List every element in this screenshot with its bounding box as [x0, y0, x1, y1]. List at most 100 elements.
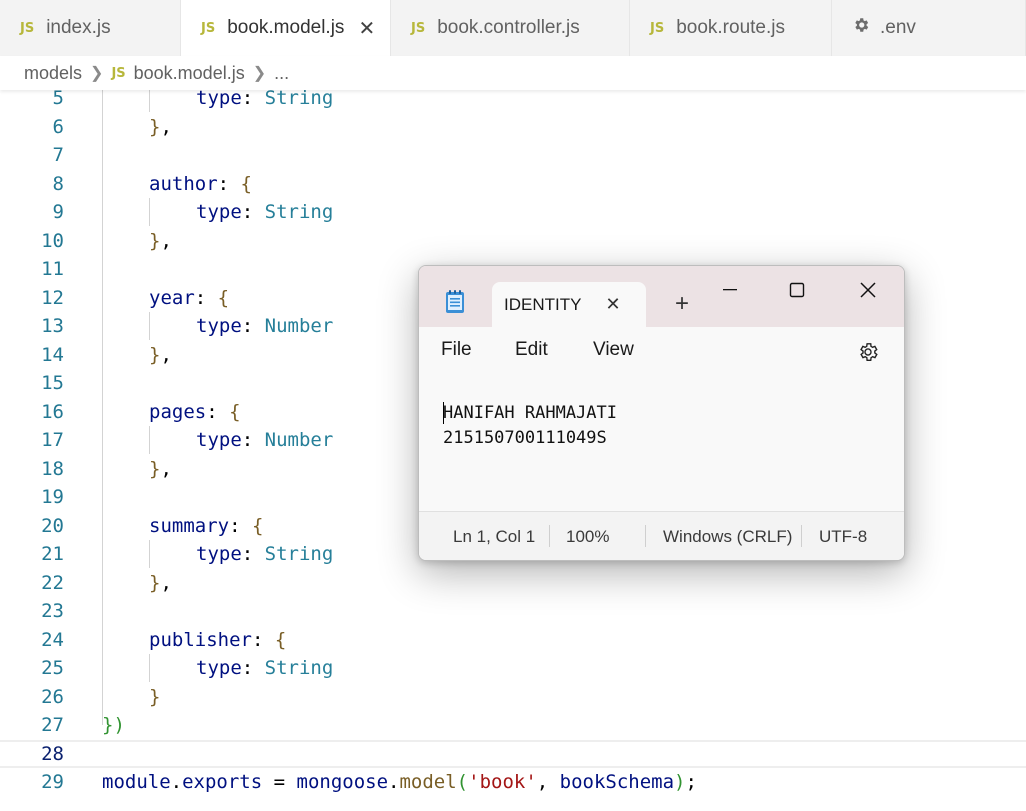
code-text: },	[149, 571, 172, 594]
code-text: },	[149, 229, 172, 252]
tab-book-controller-js[interactable]: JS book.controller.js	[391, 0, 630, 56]
line-number: 20	[41, 514, 64, 537]
tab-label: .env	[880, 17, 916, 38]
code-text: year: {	[149, 286, 230, 309]
editor-tab-bar: JS index.js JS book.model.js ✕ JS book.c…	[0, 0, 1026, 56]
code-line[interactable]: 8 author: {	[0, 170, 1026, 199]
notepad-tab-identity[interactable]: IDENTITY ✕	[492, 282, 646, 327]
status-zoom: 100%	[566, 527, 610, 546]
line-number: 17	[41, 429, 64, 451]
code-text: pages: {	[149, 400, 241, 423]
js-file-icon: JS	[201, 20, 216, 36]
line-number: 11	[41, 258, 64, 280]
chevron-right-icon: ❯	[252, 65, 267, 82]
status-divider	[549, 525, 550, 547]
code-line[interactable]: 25 type: String	[0, 654, 1026, 683]
tab-book-model-js[interactable]: JS book.model.js ✕	[181, 0, 391, 56]
notepad-menubar: File Edit View	[419, 327, 904, 378]
tab-label: book.model.js	[227, 17, 345, 38]
code-line[interactable]: 22},	[0, 569, 1026, 598]
line-number: 23	[41, 600, 64, 622]
maximize-icon	[789, 282, 805, 298]
line-number: 29	[41, 771, 64, 793]
content-line-2: 215150700111049S	[443, 428, 607, 448]
line-number: 12	[41, 286, 64, 309]
tab-env[interactable]: .env	[832, 0, 1026, 56]
line-number: 26	[41, 685, 64, 708]
notepad-content: HANIFAH RAHMAJATI 215150700111049S	[443, 401, 617, 451]
code-line[interactable]: 24 publisher: {	[0, 626, 1026, 655]
menu-edit[interactable]: Edit	[515, 339, 548, 361]
tab-index-js[interactable]: JS index.js	[0, 0, 181, 56]
close-icon[interactable]: ✕	[358, 16, 375, 41]
line-number: 18	[41, 457, 64, 480]
line-number: 16	[41, 400, 64, 423]
code-line[interactable]: 9 type: String	[0, 198, 1026, 227]
close-icon[interactable]: ✕	[605, 294, 620, 315]
js-file-icon: JS	[20, 20, 35, 36]
js-file-icon: JS	[111, 65, 126, 81]
code-text: module.exports = mongoose.model('book', …	[102, 771, 697, 793]
tab-label: index.js	[46, 17, 111, 38]
code-line[interactable]: 26}	[0, 683, 1026, 712]
status-divider	[645, 525, 646, 547]
code-text: })	[102, 714, 125, 736]
code-text: publisher: {	[149, 628, 287, 651]
code-text: type: String	[196, 657, 334, 679]
status-divider	[801, 525, 802, 547]
notepad-titlebar[interactable]: IDENTITY ✕ +	[419, 266, 904, 327]
js-file-icon: JS	[650, 20, 665, 36]
code-line[interactable]: 27})	[0, 711, 1026, 740]
code-text: type: Number	[196, 429, 334, 451]
breadcrumb-more[interactable]: ...	[274, 63, 289, 84]
notepad-tab-title: IDENTITY	[504, 294, 582, 314]
status-encoding: UTF-8	[819, 527, 868, 546]
line-number: 15	[41, 372, 64, 394]
code-text: }	[149, 685, 161, 708]
breadcrumb-file[interactable]: book.model.js	[134, 63, 245, 84]
code-line[interactable]: 7	[0, 141, 1026, 170]
minimize-icon	[723, 289, 737, 291]
code-line[interactable]: 23	[0, 597, 1026, 626]
menu-view[interactable]: View	[593, 339, 634, 361]
menu-file[interactable]: File	[441, 339, 472, 361]
line-number: 24	[41, 628, 64, 651]
code-line[interactable]: 6},	[0, 113, 1026, 142]
line-number: 14	[41, 343, 64, 366]
tab-label: book.route.js	[676, 17, 785, 38]
line-number: 7	[52, 144, 64, 166]
chevron-right-icon: ❯	[90, 65, 104, 82]
new-tab-button[interactable]: +	[667, 286, 697, 322]
notepad-window[interactable]: IDENTITY ✕ + File Edit View HANIFAH RAHM…	[418, 265, 905, 561]
status-cursor-position: Ln 1, Col 1	[453, 527, 536, 546]
line-number: 28	[41, 742, 64, 765]
tab-book-route-js[interactable]: JS book.route.js	[630, 0, 832, 56]
gear-icon	[852, 16, 870, 40]
code-text: type: String	[196, 201, 334, 223]
close-window-button[interactable]	[843, 270, 893, 310]
line-number: 13	[41, 315, 64, 337]
line-number: 6	[52, 115, 64, 138]
code-line[interactable]: 28	[0, 739, 1026, 768]
status-line-ending: Windows (CRLF)	[663, 527, 793, 546]
notepad-icon	[441, 288, 469, 316]
line-number: 10	[41, 229, 64, 252]
line-number: 22	[41, 571, 64, 594]
line-number: 27	[41, 714, 64, 736]
breadcrumb-folder[interactable]: models	[24, 63, 82, 84]
settings-gear-icon[interactable]	[855, 339, 881, 365]
code-line[interactable]: 29 module.exports = mongoose.model('book'…	[0, 768, 1026, 797]
notepad-text-area[interactable]: HANIFAH RAHMAJATI 215150700111049S	[419, 377, 904, 511]
close-icon	[860, 282, 876, 298]
content-line-1: HANIFAH RAHMAJATI	[443, 403, 617, 423]
code-text: type: Number	[196, 315, 334, 337]
tab-label: book.controller.js	[437, 17, 580, 38]
line-number: 9	[52, 201, 64, 223]
code-text: summary: {	[149, 514, 264, 537]
code-line[interactable]: 10},	[0, 227, 1026, 256]
code-text: },	[149, 115, 172, 138]
minimize-button[interactable]	[705, 270, 755, 310]
code-text: },	[149, 343, 172, 366]
line-number: 8	[52, 172, 64, 195]
maximize-button[interactable]	[772, 270, 822, 310]
